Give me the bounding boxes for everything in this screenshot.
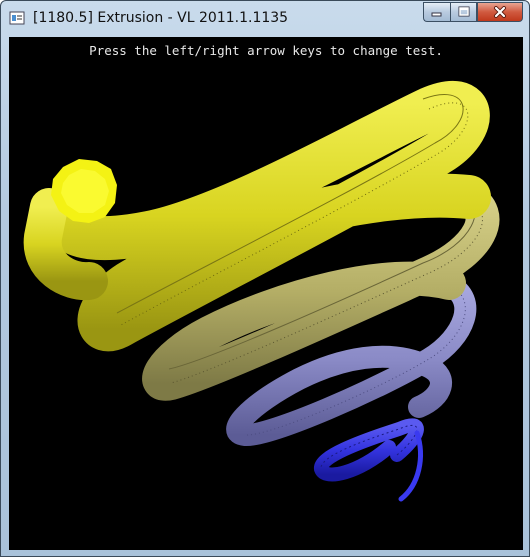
- extrusion-spiral: [23, 80, 500, 502]
- window-title: [1180.5] Extrusion - VL 2011.1.1135: [33, 10, 289, 26]
- spiral-coil-blue: [314, 418, 424, 502]
- caption-buttons: [423, 2, 523, 22]
- maximize-button[interactable]: [450, 2, 477, 22]
- render-viewport[interactable]: Press the left/right arrow keys to chang…: [9, 37, 523, 550]
- minimize-icon: [431, 12, 442, 17]
- minimize-button[interactable]: [423, 2, 450, 22]
- maximize-icon: [458, 6, 469, 17]
- instruction-text: Press the left/right arrow keys to chang…: [89, 43, 443, 58]
- title-bar[interactable]: [1180.5] Extrusion - VL 2011.1.1135: [1, 1, 529, 37]
- close-button[interactable]: [477, 2, 523, 22]
- close-icon: [494, 6, 506, 18]
- app-window: [1180.5] Extrusion - VL 2011.1.1135 Pres…: [0, 0, 530, 557]
- app-icon[interactable]: [9, 10, 25, 26]
